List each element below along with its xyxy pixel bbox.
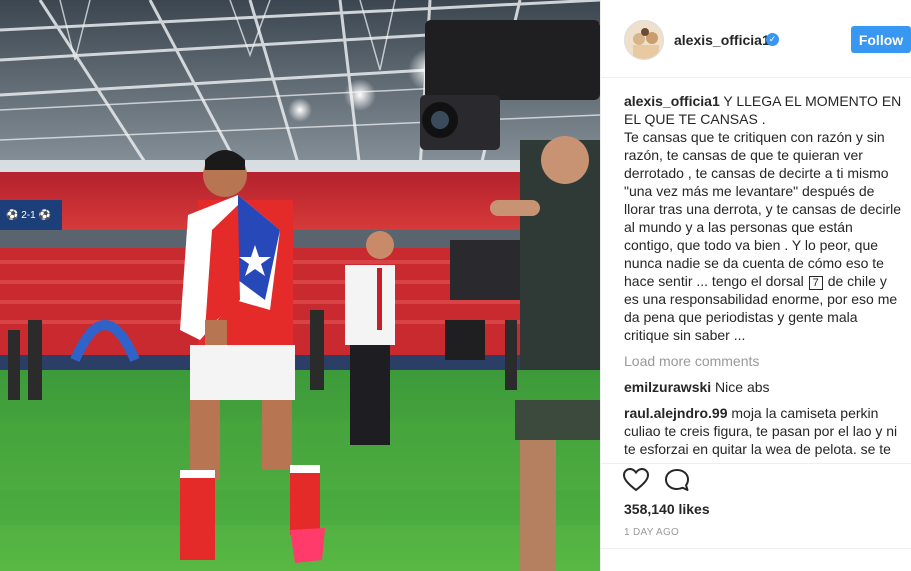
follow-button[interactable]: Follow: [851, 26, 911, 53]
post-username[interactable]: alexis_officia1: [674, 32, 770, 48]
add-comment-area[interactable]: [601, 548, 911, 571]
post-header: alexis_officia1 ✓ Follow: [601, 0, 911, 78]
post-side-panel: alexis_officia1 ✓ Follow alexis_officia1…: [600, 0, 911, 571]
post-timestamp[interactable]: 1 DAY AGO: [624, 527, 679, 538]
comments-section: alexis_officia1 Y LLEGA EL MOMENTO EN EL…: [624, 92, 902, 464]
dorsal-number-icon: 7: [808, 276, 823, 290]
comment-item: raul.alejndro.99 moja la camiseta perkin…: [624, 404, 902, 458]
comment-text: Nice abs: [715, 379, 770, 395]
comment-username[interactable]: raul.alejndro.99: [624, 405, 727, 421]
comment-icon[interactable]: [664, 468, 690, 492]
caption-username[interactable]: alexis_officia1: [624, 93, 720, 109]
avatar-image: [625, 21, 663, 59]
caption-text-part1: Y LLEGA EL MOMENTO EN EL QUE TE CANSAS .…: [624, 93, 902, 289]
verified-badge-icon: ✓: [766, 33, 779, 46]
load-more-comments-link[interactable]: Load more comments: [624, 352, 902, 370]
svg-text:⚽ 2-1 ⚽: ⚽ 2-1 ⚽: [5, 208, 51, 221]
post-photo[interactable]: ⚽ 2-1 ⚽: [0, 0, 600, 571]
heart-icon[interactable]: [623, 468, 649, 492]
comment-item: emilzurawski Nice abs: [624, 378, 902, 396]
caption: alexis_officia1 Y LLEGA EL MOMENTO EN EL…: [624, 92, 902, 344]
post-actions: 358,140 likes 1 DAY AGO: [601, 463, 911, 571]
likes-count[interactable]: 358,140 likes: [624, 501, 710, 517]
avatar[interactable]: [624, 20, 664, 60]
comment-username[interactable]: emilzurawski: [624, 379, 711, 395]
stadium-photo: ⚽ 2-1 ⚽: [0, 0, 600, 571]
